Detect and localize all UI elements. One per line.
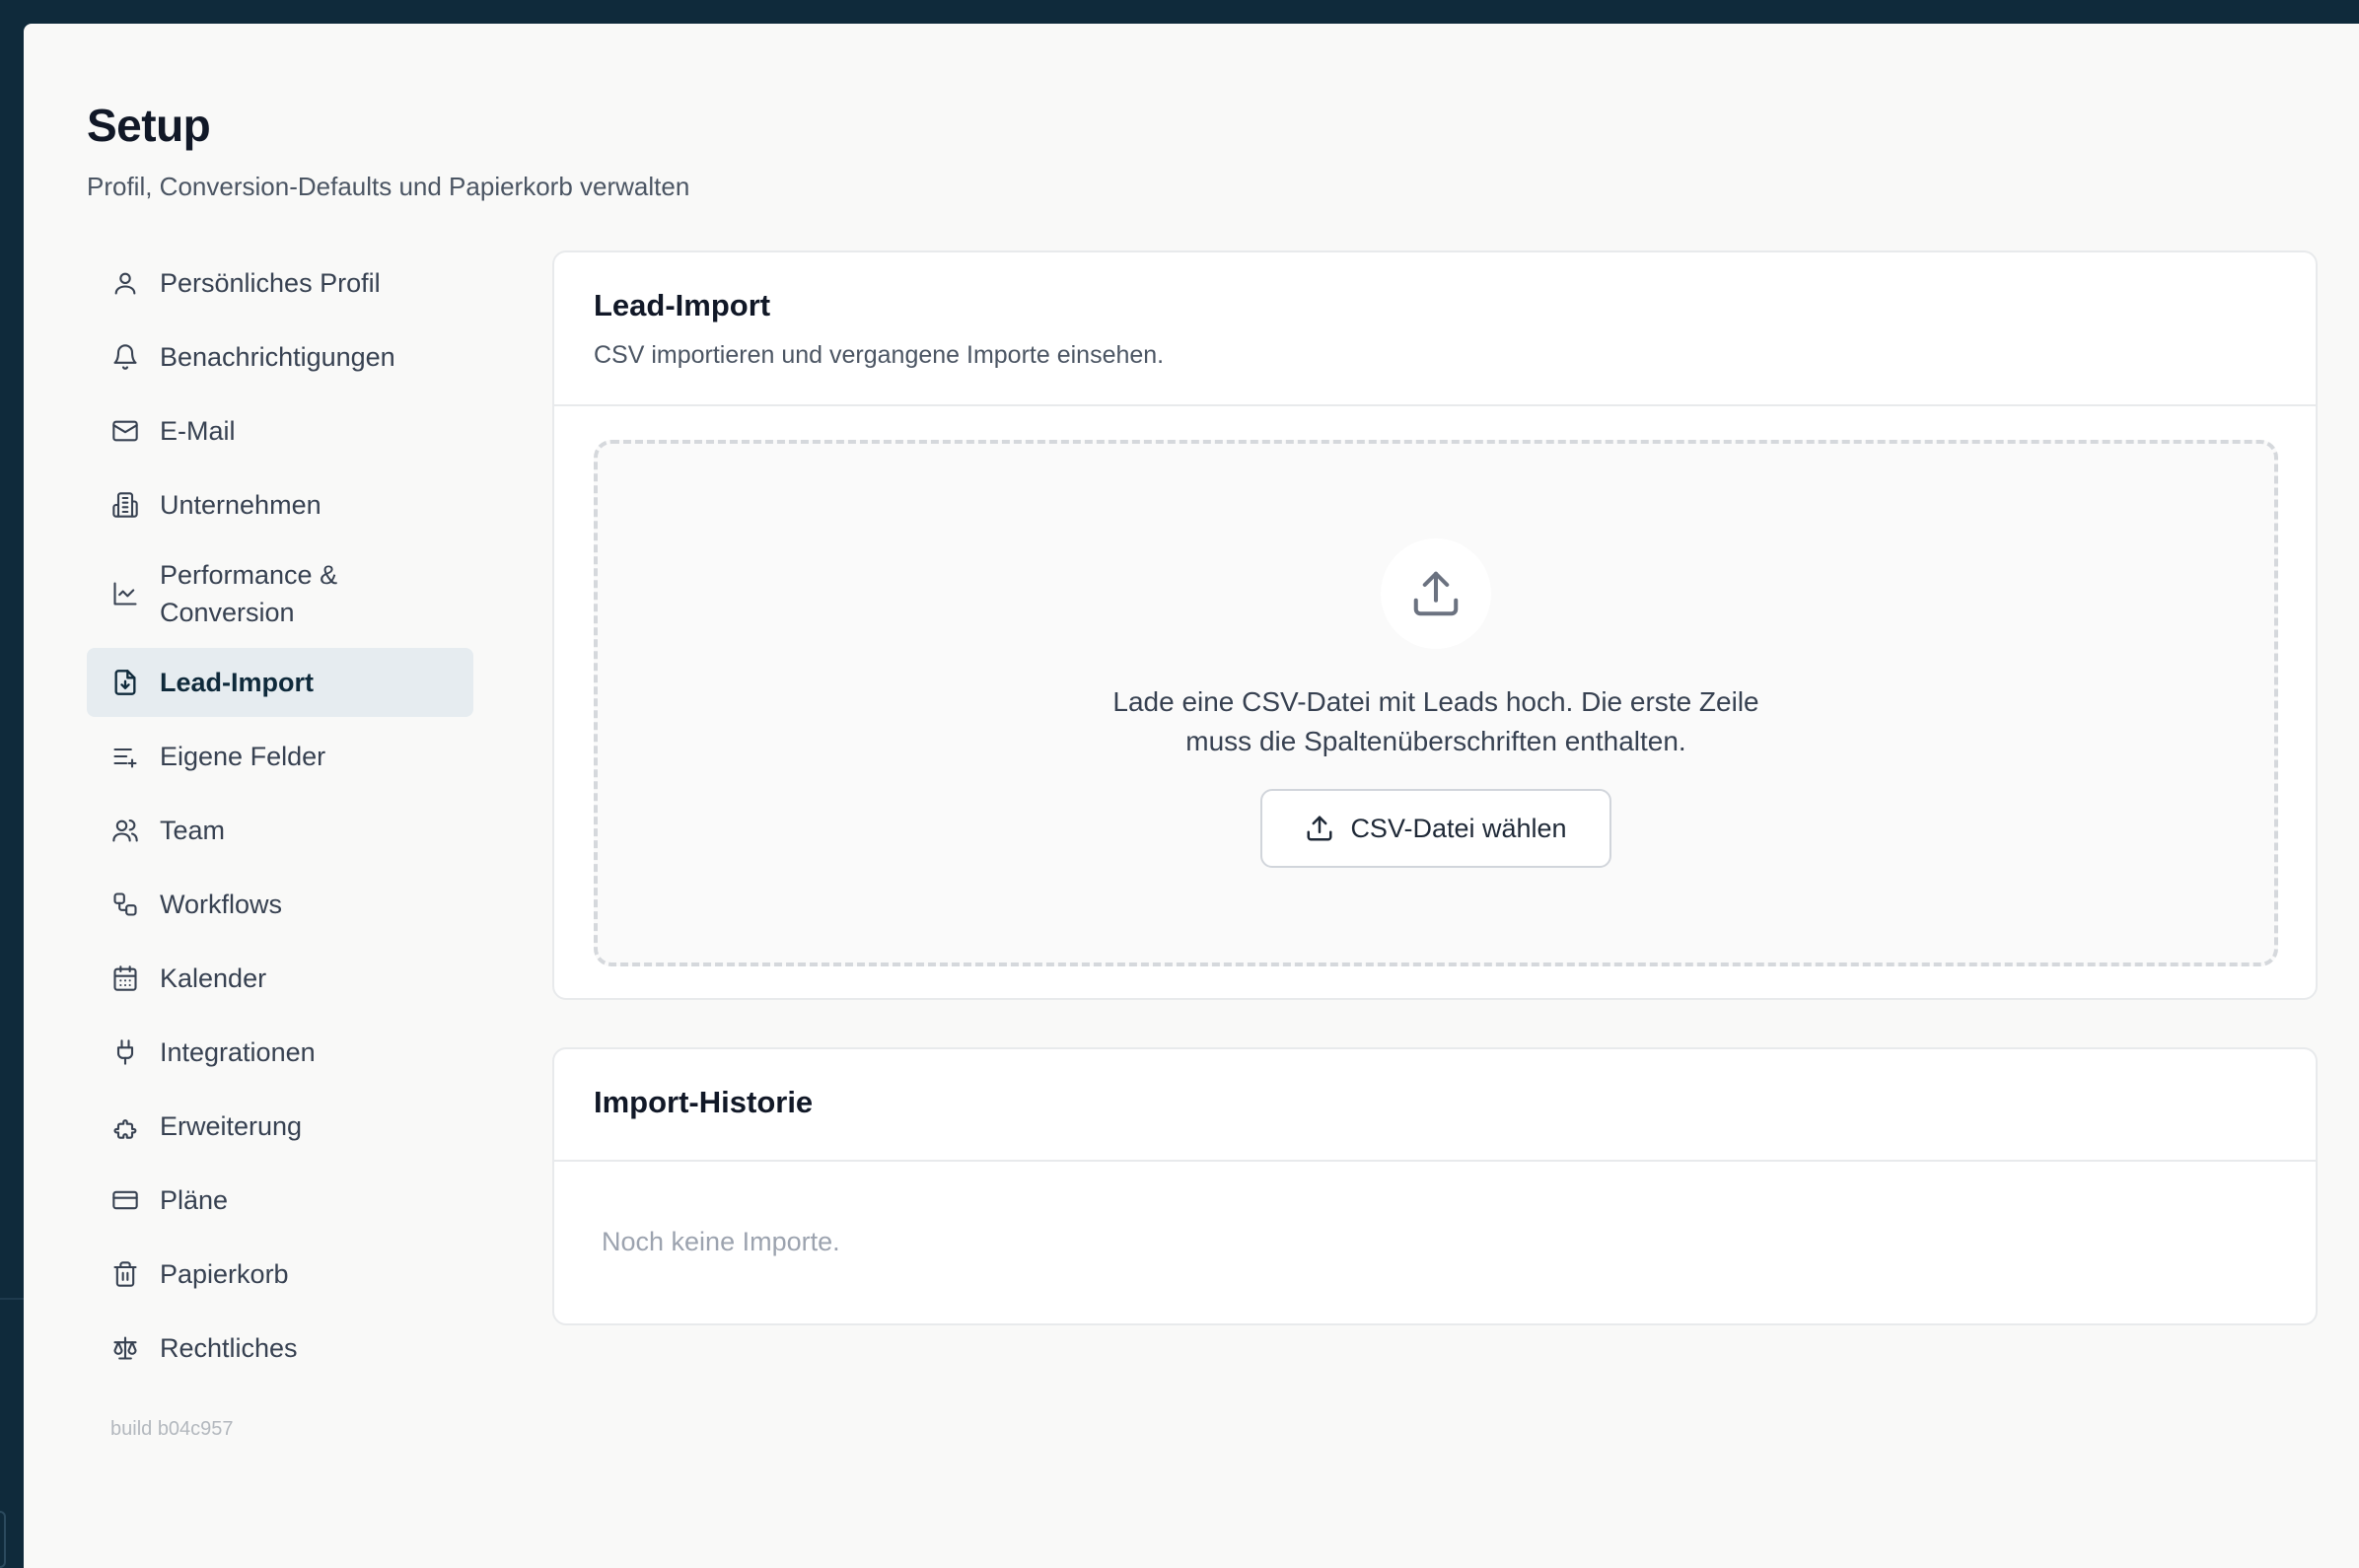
puzzle-icon bbox=[110, 1111, 140, 1141]
sidebar-item-trash[interactable]: Papierkorb bbox=[87, 1240, 473, 1309]
user-icon bbox=[110, 268, 140, 298]
sidebar-item-performance[interactable]: Performance & Conversion bbox=[87, 544, 473, 643]
sidebar-item-extension[interactable]: Erweiterung bbox=[87, 1092, 473, 1161]
sidebar-item-notifications[interactable]: Benachrichtigungen bbox=[87, 322, 473, 392]
plug-icon bbox=[110, 1037, 140, 1067]
card-header: Lead-Import CSV importieren und vergange… bbox=[554, 252, 2316, 406]
scale-icon bbox=[110, 1333, 140, 1363]
card-header: Import-Historie bbox=[554, 1049, 2316, 1162]
sidebar-item-lead-import[interactable]: Lead-Import bbox=[87, 648, 473, 717]
sidebar-item-label: Kalender bbox=[160, 962, 267, 993]
sidebar-item-label: Lead-Import bbox=[160, 667, 315, 697]
sidebar-item-calendar[interactable]: Kalender bbox=[87, 944, 473, 1013]
building-icon bbox=[110, 490, 140, 520]
sidebar-item-label: Team bbox=[160, 815, 226, 845]
sidebar-item-label: Persönliches Profil bbox=[160, 267, 381, 298]
lead-import-card: Lead-Import CSV importieren und vergange… bbox=[552, 250, 2318, 1000]
sidebar-item-custom-fields[interactable]: Eigene Felder bbox=[87, 722, 473, 791]
card-description: CSV importieren und vergangene Importe e… bbox=[594, 341, 1165, 369]
users-icon bbox=[110, 816, 140, 845]
mail-icon bbox=[110, 416, 140, 446]
upload-icon bbox=[1381, 538, 1491, 649]
sidebar-item-label: Performance & Conversion bbox=[160, 560, 338, 627]
sidebar-item-legal[interactable]: Rechtliches bbox=[87, 1314, 473, 1383]
dropzone-instructions: Lade eine CSV-Datei mit Leads hoch. Die … bbox=[598, 682, 2274, 761]
card-title: Lead-Import bbox=[594, 288, 771, 322]
sidebar-item-email[interactable]: E-Mail bbox=[87, 396, 473, 465]
sidebar-item-label: Unternehmen bbox=[160, 489, 322, 520]
sidebar-item-label: Erweiterung bbox=[160, 1110, 303, 1141]
sidebar-item-label: Papierkorb bbox=[160, 1258, 289, 1289]
list-plus-icon bbox=[110, 742, 140, 771]
build-version: build b04c957 bbox=[110, 1418, 234, 1440]
sidebar-item-label: Workflows bbox=[160, 889, 283, 919]
sidebar-item-label: Rechtliches bbox=[160, 1332, 298, 1363]
sidebar-item-label: Pläne bbox=[160, 1184, 229, 1215]
window-edge-handle bbox=[0, 1511, 6, 1568]
sidebar-item-plans[interactable]: Pläne bbox=[87, 1166, 473, 1235]
line-chart-icon bbox=[110, 579, 140, 608]
page-title: Setup bbox=[87, 100, 211, 151]
setup-page: Setup Profil, Conversion-Defaults und Pa… bbox=[24, 24, 2359, 1568]
csv-dropzone[interactable]: Lade eine CSV-Datei mit Leads hoch. Die … bbox=[594, 440, 2278, 966]
bell-icon bbox=[110, 342, 140, 372]
import-history-card: Import-Historie Noch keine Importe. bbox=[552, 1047, 2318, 1325]
credit-card-icon bbox=[110, 1185, 140, 1215]
upload-icon bbox=[1305, 814, 1334, 843]
dropzone-text-line: Lade eine CSV-Datei mit Leads hoch. Die … bbox=[1112, 686, 1759, 717]
sidebar-item-label: Integrationen bbox=[160, 1036, 316, 1067]
choose-csv-label: CSV-Datei wählen bbox=[1350, 813, 1567, 843]
calendar-icon bbox=[110, 963, 140, 993]
trash-icon bbox=[110, 1259, 140, 1289]
sidebar-item-label: Benachrichtigungen bbox=[160, 341, 395, 372]
settings-sidebar: Persönliches Profil Benachrichtigungen E… bbox=[87, 249, 473, 1388]
sidebar-item-workflows[interactable]: Workflows bbox=[87, 870, 473, 939]
dropzone-text-line: muss die Spaltenüberschriften enthalten. bbox=[1185, 726, 1686, 756]
sidebar-item-company[interactable]: Unternehmen bbox=[87, 470, 473, 539]
empty-state-text: Noch keine Importe. bbox=[602, 1227, 840, 1256]
page-subtitle: Profil, Conversion-Defaults und Papierko… bbox=[87, 172, 690, 201]
file-import-icon bbox=[110, 668, 140, 697]
window-edge-divider bbox=[0, 1298, 24, 1300]
sidebar-item-label: E-Mail bbox=[160, 415, 236, 446]
sidebar-item-team[interactable]: Team bbox=[87, 796, 473, 865]
sidebar-item-label: Eigene Felder bbox=[160, 741, 326, 771]
choose-csv-button[interactable]: CSV-Datei wählen bbox=[1260, 789, 1611, 868]
workflow-icon bbox=[110, 890, 140, 919]
sidebar-item-integrations[interactable]: Integrationen bbox=[87, 1018, 473, 1087]
sidebar-item-profile[interactable]: Persönliches Profil bbox=[87, 249, 473, 318]
card-title: Import-Historie bbox=[594, 1085, 814, 1119]
